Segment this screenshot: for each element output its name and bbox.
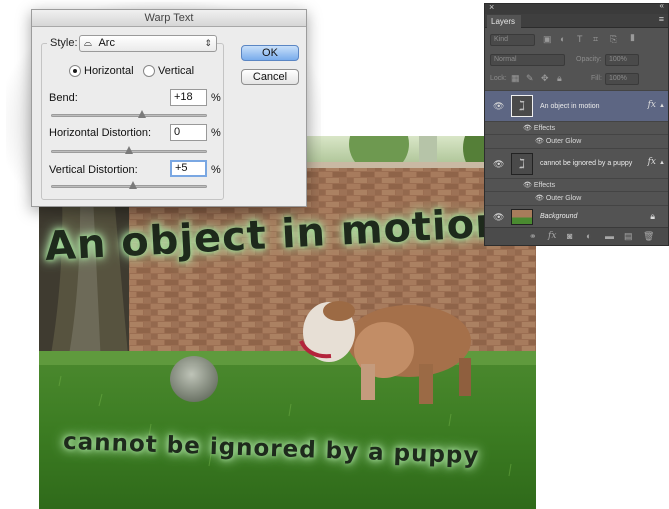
panel-menu-icon[interactable]: ≡ — [659, 14, 664, 24]
style-select[interactable]: ⌓ Arc ⇕ — [79, 35, 217, 52]
bend-slider-thumb[interactable] — [138, 110, 146, 118]
bend-label: Bend: — [49, 92, 78, 104]
ok-button[interactable]: OK — [241, 45, 299, 61]
vertical-radio[interactable]: Vertical — [143, 65, 194, 77]
filter-adjustment-icon[interactable]: ◐ — [560, 34, 565, 44]
style-label: Style: — [47, 37, 81, 49]
panel-collapse-icon[interactable]: « — [660, 1, 664, 10]
link-layers-icon[interactable]: ⚭ — [529, 231, 537, 242]
panel-tab-bar: Layers ≡ — [485, 14, 668, 28]
style-value: Arc — [98, 37, 115, 49]
filter-type-icon[interactable]: T — [577, 34, 583, 44]
layer-fx-icon[interactable]: fx — [648, 157, 656, 167]
blend-mode-select[interactable]: Normal — [490, 54, 565, 66]
bend-slider[interactable] — [51, 114, 207, 117]
dialog-title: Warp Text — [32, 10, 306, 27]
layer-row-headline[interactable]: 👁︎ ℷ An object in motion fx ▲ — [485, 90, 668, 121]
lock-transparent-icon[interactable]: ▦ — [511, 73, 520, 84]
visibility-eye-icon[interactable]: 👁︎ — [493, 212, 504, 223]
layer-name-background[interactable]: Background — [540, 213, 577, 220]
bend-input[interactable]: +18 — [170, 89, 207, 106]
opacity-label: Opacity: — [576, 56, 602, 63]
lock-position-icon[interactable]: ✥ — [541, 73, 549, 84]
effects-label-text: Effects — [533, 125, 556, 132]
lock-all-icon[interactable]: 🔒︎ — [557, 73, 562, 84]
opacity-field[interactable]: 100% — [605, 54, 639, 66]
cancel-button[interactable]: Cancel — [241, 69, 299, 85]
filter-kind-value: Kind — [494, 36, 509, 43]
horizontal-radio-label: Horizontal — [84, 65, 134, 77]
expand-effects-icon[interactable]: ▲ — [659, 103, 665, 109]
horizontal-distortion-unit: % — [211, 127, 221, 139]
outer-glow-label: 👁︎ Outer Glow — [535, 195, 582, 202]
effect-row-outer-glow[interactable]: 👁︎ Outer Glow — [485, 191, 668, 205]
select-updown-icon: ⇕ — [204, 38, 212, 48]
blend-mode-value: Normal — [494, 56, 517, 63]
new-adjustment-icon[interactable]: ◐ — [586, 231, 591, 241]
type-layer-thumbnail-icon: ℷ — [511, 153, 533, 175]
effects-label: 👁︎ Effects — [523, 182, 556, 189]
lock-image-icon[interactable]: ✎ — [526, 73, 534, 84]
filter-pixel-icon[interactable]: ▣ — [543, 34, 552, 45]
visibility-eye-icon[interactable]: 👁︎ — [493, 159, 504, 170]
new-layer-icon[interactable]: ▤ — [624, 231, 633, 242]
tab-layers[interactable]: Layers — [487, 15, 521, 28]
background-thumbnail — [511, 209, 533, 225]
outer-glow-text: Outer Glow — [545, 138, 582, 145]
add-mask-icon[interactable]: ◙ — [567, 231, 572, 241]
fill-value: 100% — [609, 75, 627, 82]
effects-row[interactable]: 👁︎ Effects — [485, 178, 668, 191]
vertical-distortion-slider-thumb[interactable] — [129, 181, 137, 189]
outer-glow-text: Outer Glow — [545, 195, 582, 202]
radio-dot-selected — [69, 65, 81, 77]
add-style-icon[interactable]: fx — [548, 231, 556, 241]
effects-row[interactable]: 👁︎ Effects — [485, 121, 668, 134]
arc-style-icon: ⌓ — [84, 38, 92, 49]
vertical-distortion-unit: % — [211, 164, 221, 176]
radio-dot-unselected — [143, 65, 155, 77]
layers-bottom-bar: ⚭ fx ◙ ◐ ▬ ▤ 🗑︎ — [485, 227, 668, 245]
filter-toggle-icon[interactable]: ▮ — [630, 32, 635, 43]
layer-name-headline[interactable]: An object in motion — [540, 103, 600, 110]
outer-glow-label: 👁︎ Outer Glow — [535, 138, 582, 145]
filter-smart-object-icon[interactable]: ⎘ — [610, 34, 617, 45]
layer-fx-icon[interactable]: fx — [648, 100, 656, 110]
warp-text-dialog: Warp Text Style: ⌓ Arc ⇕ Horizontal Vert… — [31, 9, 307, 207]
horizontal-distortion-input[interactable]: 0 — [170, 124, 207, 141]
vertical-radio-label: Vertical — [158, 65, 195, 77]
new-group-icon[interactable]: ▬ — [605, 231, 614, 241]
layers-panel: × « Layers ≡ Kind ▣ ◐ T ⌗ ⎘ ▮ Normal Opa… — [484, 1, 669, 246]
opacity-value: 100% — [609, 56, 627, 63]
layer-row-background[interactable]: 👁︎ Background 🔒︎ — [485, 205, 668, 227]
layer-row-subline[interactable]: 👁︎ ℷ cannot be ignored by a puppy fx ▲ — [485, 148, 668, 178]
lock-label: Lock: — [490, 75, 507, 82]
panel-top-strip: × « — [485, 1, 668, 14]
layer-name-subline[interactable]: cannot be ignored by a puppy — [540, 160, 632, 167]
filter-kind-select[interactable]: Kind — [490, 34, 535, 46]
filter-shape-icon[interactable]: ⌗ — [593, 34, 598, 45]
expand-effects-icon[interactable]: ▲ — [659, 160, 665, 166]
visibility-eye-icon[interactable]: 👁︎ — [493, 101, 504, 112]
effects-label-text: Effects — [533, 182, 556, 189]
horizontal-radio[interactable]: Horizontal — [69, 65, 134, 77]
horizontal-distortion-label: Horizontal Distortion: — [49, 127, 152, 139]
vertical-distortion-input[interactable]: +5 — [170, 160, 207, 177]
effect-row-outer-glow[interactable]: 👁︎ Outer Glow — [485, 134, 668, 148]
horizontal-distortion-slider-thumb[interactable] — [125, 146, 133, 154]
delete-layer-icon[interactable]: 🗑︎ — [643, 231, 654, 242]
vertical-distortion-label: Vertical Distortion: — [49, 164, 138, 176]
fill-field[interactable]: 100% — [605, 73, 639, 85]
fill-label: Fill: — [591, 75, 602, 82]
bend-unit: % — [211, 92, 221, 104]
background-lock-icon: 🔒︎ — [650, 211, 655, 221]
effects-label: 👁︎ Effects — [523, 125, 556, 132]
panel-close-icon[interactable]: × — [489, 2, 494, 12]
type-layer-thumbnail-icon: ℷ — [511, 95, 533, 117]
photoshop-workspace: An object in motion cannot be ignored by… — [0, 0, 669, 509]
